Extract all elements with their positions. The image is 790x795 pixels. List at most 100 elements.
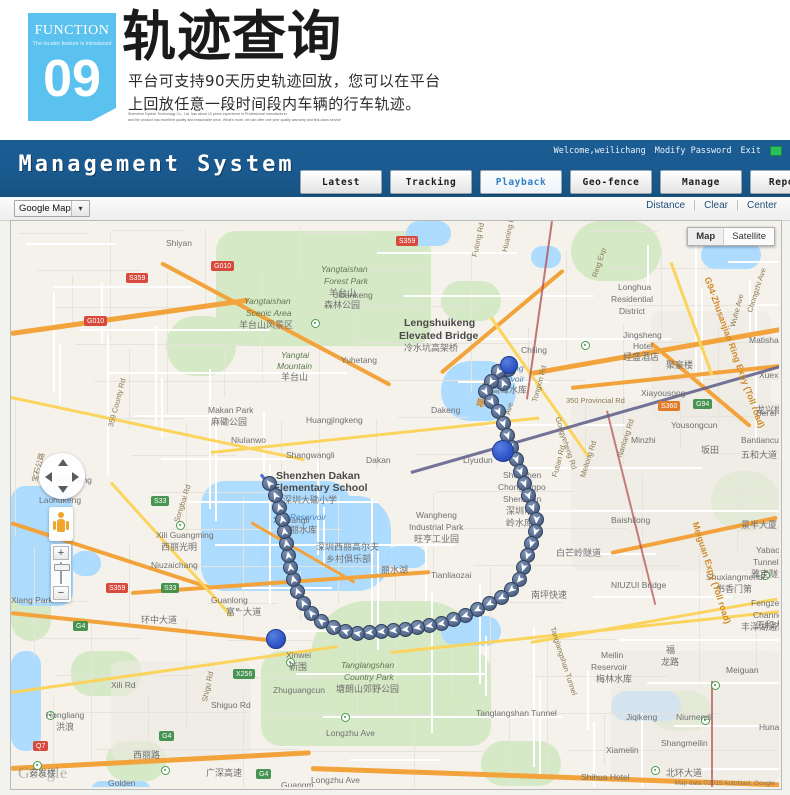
map-label: 羊台山 [281,372,309,382]
map-label: Country Park [344,672,394,682]
map-label: 羊台山 [329,288,357,298]
park-area [166,316,236,376]
road-shield: G4 [256,769,272,779]
modify-password-link[interactable]: Modify Password [655,146,732,156]
minor-road [37,638,141,639]
map-label: Lengshuikeng [404,317,476,329]
promo-description-line-1: 平台可支持90天历史轨迹回放，您可以在平台 [128,72,441,90]
minor-road [265,714,437,715]
map-label: Yuhetang [341,355,377,365]
map-label: Dakan [366,455,391,465]
zoom-in-button[interactable]: + [53,546,69,560]
minor-road [490,567,491,677]
minor-road [37,270,141,271]
local-road [728,261,779,263]
minor-road [113,230,183,231]
map-label: Shenzhen Dakan [276,470,361,482]
pan-right-icon[interactable] [72,472,79,482]
local-road [161,458,301,460]
local-road [53,292,55,392]
pan-control[interactable] [39,453,85,499]
map-label: 梅林水库 [596,674,633,684]
minor-road [75,344,247,345]
map-type-map[interactable]: Map [687,227,724,246]
pan-left-icon[interactable] [45,472,52,482]
promo-fineprint-line-1: Shenzhen Dytech Technology Co., Ltd. has… [128,112,287,116]
google-watermark: Google [18,765,68,782]
pan-up-icon[interactable] [58,459,68,466]
pan-down-icon[interactable] [58,486,68,493]
minor-road [94,749,300,750]
minor-road [167,273,168,413]
road-shield: X256 [233,669,256,679]
minor-road [129,349,130,429]
main-nav: Latest Tracking Playback Geo-fence Manag… [300,170,790,194]
street-view-pegman-icon[interactable] [49,507,73,541]
nav-button-geo-fence[interactable]: Geo-fence [570,170,652,194]
badge-subtitle: The locator feature is introduced [32,41,112,47]
nav-button-playback[interactable]: Playback [480,170,562,194]
poi-marker [711,681,720,690]
map-label: Xuexi [759,370,779,380]
map-label: 丽水湖 [381,565,409,575]
exit-link[interactable]: Exit [741,146,761,156]
zoom-control[interactable]: + − [51,544,71,602]
map-label: Tanglangshan Tunnel [476,708,557,718]
pegman-arm-right [66,521,69,530]
track-direction-marker[interactable] [262,476,277,491]
map-label: Meilin [601,650,624,660]
tool-center[interactable]: Center [738,200,786,211]
tool-clear[interactable]: Clear [695,200,737,211]
minor-road [341,306,479,307]
map-label: Yabao [756,545,779,555]
local-road [512,467,702,469]
zoom-slider-thumb[interactable] [54,564,70,571]
road-shield: G4 [73,621,89,631]
map-container[interactable]: Shiyan G010 S359 G010 S359 Jibankeng Yangtaish… [10,220,782,790]
map-label: 西丽光明 [161,542,198,552]
map-label: 环中大道 [141,615,178,625]
map-label: NIUZUI Bridge [611,580,667,590]
nav-button-tracking[interactable]: Tracking [390,170,472,194]
local-road [242,587,332,589]
tool-distance[interactable]: Distance [637,200,694,211]
map-label: Baishilong [611,515,651,525]
map-label: Yousongcun [671,420,718,430]
local-road [479,584,481,684]
map-label: Jingsheng [623,330,662,340]
pegman-body [57,519,65,532]
app-header: c Management System Welcome,weilichang M… [0,140,790,197]
map-label: 350 Provincial Rd [566,396,625,405]
map-attribution: Map data ©2015 AutoNavi, Google [674,780,775,787]
track-waypoint-dot[interactable] [500,356,518,374]
nav-button-reports[interactable]: Reports [750,170,790,194]
map-type-satellite[interactable]: Satellite [723,227,775,246]
minor-road [604,715,605,765]
map-label: 龙路 [661,657,680,667]
track-waypoint-dot[interactable] [492,440,514,462]
map-label: Golden [108,778,136,787]
minor-road [566,251,567,361]
minor-road [18,233,88,234]
road-shield: S360 [658,401,681,411]
nav-button-manage[interactable]: Manage [660,170,742,194]
map-provider-select[interactable]: Google Map ▾ [14,200,90,217]
flag-icon [770,146,782,156]
map-label: Shiguo Rd [211,700,251,710]
track-waypoint-dot[interactable] [266,629,286,649]
map-label: Makan Park [208,405,254,415]
map-label: Longhua [618,282,652,292]
poi-marker [311,319,320,328]
map-label: 五和大 [756,620,779,630]
minor-road [186,423,187,533]
map-label: Matishan [749,335,779,345]
map-label: Reservoir [591,662,628,672]
map-label: Elementary School [273,482,368,494]
nav-button-latest[interactable]: Latest [300,170,382,194]
local-road [755,304,779,306]
map-canvas[interactable]: Shiyan G010 S359 G010 S359 Jibankeng Yangtaish… [11,221,779,787]
zoom-out-button[interactable]: − [53,586,69,600]
local-road [587,670,589,730]
local-road [404,295,594,297]
local-road [539,510,779,512]
